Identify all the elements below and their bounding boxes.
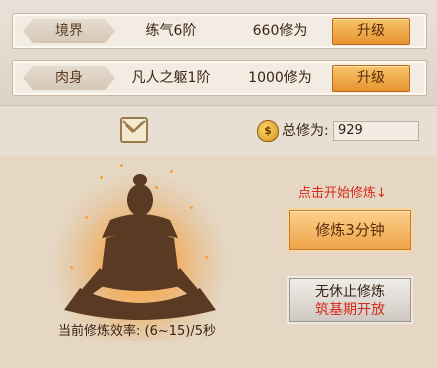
figure-silhouette xyxy=(64,174,216,320)
status-bar: $ 总修为: 929 xyxy=(0,105,437,157)
cultivation-panel: 当前修炼效率: (6~15)/5秒 点击开始修炼↓ 修炼3分钟 无休止修炼 筑基… xyxy=(0,156,437,368)
body-requirement: 1000修为 xyxy=(248,70,312,86)
money-bag-icon: $ xyxy=(257,120,279,142)
efficiency-text: 当前修炼效率: (6~15)/5秒 xyxy=(58,324,217,339)
envelope-icon[interactable] xyxy=(120,117,148,143)
start-hint: 点击开始修炼↓ xyxy=(298,186,387,201)
meditating-figure: 当前修炼效率: (6~15)/5秒 xyxy=(40,156,240,368)
realm-level: 练气6阶 xyxy=(145,23,197,39)
endless-train-label: 无休止修炼 xyxy=(315,284,385,300)
body-row: 肉身 凡人之躯1阶 1000修为 升级 xyxy=(12,60,427,96)
body-tag: 肉身 xyxy=(23,66,115,90)
total-cultivation-label: 总修为: xyxy=(282,123,329,139)
body-level: 凡人之躯1阶 xyxy=(131,70,211,86)
realm-tag: 境界 xyxy=(23,19,115,43)
stat-panel: 境界 练气6阶 660修为 升级 肉身 凡人之躯1阶 1000修为 升级 xyxy=(0,0,437,105)
endless-train-unlock-note: 筑基期开放 xyxy=(315,302,385,318)
body-upgrade-button[interactable]: 升级 xyxy=(332,65,410,92)
train-3min-button[interactable]: 修炼3分钟 xyxy=(289,210,411,250)
realm-upgrade-button[interactable]: 升级 xyxy=(332,18,410,45)
endless-train-button[interactable]: 无休止修炼 筑基期开放 xyxy=(289,278,411,322)
realm-row: 境界 练气6阶 660修为 升级 xyxy=(12,13,427,49)
total-cultivation-value: 929 xyxy=(333,121,419,141)
realm-requirement: 660修为 xyxy=(252,23,308,39)
